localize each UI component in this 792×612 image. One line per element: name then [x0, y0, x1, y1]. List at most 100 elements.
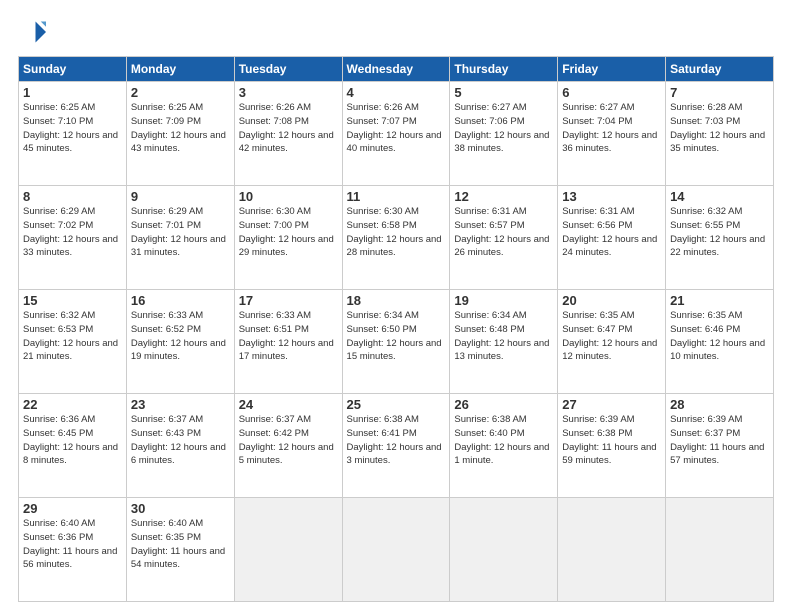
sunrise-label: Sunrise: 6:34 AM: [347, 310, 419, 321]
sunset-label: Sunset: 6:40 PM: [454, 428, 524, 439]
calendar-header-sunday: Sunday: [19, 57, 127, 82]
calendar-week-row: 15 Sunrise: 6:32 AM Sunset: 6:53 PM Dayl…: [19, 290, 774, 394]
daylight-label: Daylight: 12 hours and 10 minutes.: [670, 338, 765, 363]
calendar-week-row: 8 Sunrise: 6:29 AM Sunset: 7:02 PM Dayli…: [19, 186, 774, 290]
sunrise-label: Sunrise: 6:37 AM: [239, 414, 311, 425]
calendar-day-cell: 15 Sunrise: 6:32 AM Sunset: 6:53 PM Dayl…: [19, 290, 127, 394]
calendar-table: SundayMondayTuesdayWednesdayThursdayFrid…: [18, 56, 774, 602]
day-number: 21: [670, 293, 769, 308]
sunset-label: Sunset: 6:43 PM: [131, 428, 201, 439]
daylight-label: Daylight: 12 hours and 12 minutes.: [562, 338, 657, 363]
sunset-label: Sunset: 6:35 PM: [131, 532, 201, 543]
calendar-day-cell: 10 Sunrise: 6:30 AM Sunset: 7:00 PM Dayl…: [234, 186, 342, 290]
day-number: 27: [562, 397, 661, 412]
daylight-label: Daylight: 12 hours and 43 minutes.: [131, 130, 226, 155]
day-number: 2: [131, 85, 230, 100]
sunset-label: Sunset: 6:50 PM: [347, 324, 417, 335]
calendar-day-cell: [666, 498, 774, 602]
sunrise-label: Sunrise: 6:27 AM: [562, 102, 634, 113]
sunrise-label: Sunrise: 6:40 AM: [23, 518, 95, 529]
day-info: Sunrise: 6:28 AM Sunset: 7:03 PM Dayligh…: [670, 101, 769, 156]
day-info: Sunrise: 6:34 AM Sunset: 6:50 PM Dayligh…: [347, 309, 446, 364]
daylight-label: Daylight: 12 hours and 6 minutes.: [131, 442, 226, 467]
calendar-day-cell: 28 Sunrise: 6:39 AM Sunset: 6:37 PM Dayl…: [666, 394, 774, 498]
day-number: 7: [670, 85, 769, 100]
day-number: 30: [131, 501, 230, 516]
calendar-day-cell: 13 Sunrise: 6:31 AM Sunset: 6:56 PM Dayl…: [558, 186, 666, 290]
sunset-label: Sunset: 7:04 PM: [562, 116, 632, 127]
sunrise-label: Sunrise: 6:33 AM: [131, 310, 203, 321]
day-info: Sunrise: 6:36 AM Sunset: 6:45 PM Dayligh…: [23, 413, 122, 468]
sunrise-label: Sunrise: 6:38 AM: [347, 414, 419, 425]
day-number: 5: [454, 85, 553, 100]
calendar-day-cell: 20 Sunrise: 6:35 AM Sunset: 6:47 PM Dayl…: [558, 290, 666, 394]
calendar-day-cell: 3 Sunrise: 6:26 AM Sunset: 7:08 PM Dayli…: [234, 82, 342, 186]
day-number: 29: [23, 501, 122, 516]
day-number: 13: [562, 189, 661, 204]
daylight-label: Daylight: 12 hours and 28 minutes.: [347, 234, 442, 259]
sunrise-label: Sunrise: 6:31 AM: [562, 206, 634, 217]
calendar-day-cell: 24 Sunrise: 6:37 AM Sunset: 6:42 PM Dayl…: [234, 394, 342, 498]
sunrise-label: Sunrise: 6:38 AM: [454, 414, 526, 425]
sunrise-label: Sunrise: 6:34 AM: [454, 310, 526, 321]
calendar-day-cell: 19 Sunrise: 6:34 AM Sunset: 6:48 PM Dayl…: [450, 290, 558, 394]
daylight-label: Daylight: 12 hours and 42 minutes.: [239, 130, 334, 155]
day-info: Sunrise: 6:34 AM Sunset: 6:48 PM Dayligh…: [454, 309, 553, 364]
sunset-label: Sunset: 6:36 PM: [23, 532, 93, 543]
day-info: Sunrise: 6:31 AM Sunset: 6:57 PM Dayligh…: [454, 205, 553, 260]
calendar-header-wednesday: Wednesday: [342, 57, 450, 82]
daylight-label: Daylight: 12 hours and 45 minutes.: [23, 130, 118, 155]
sunset-label: Sunset: 7:10 PM: [23, 116, 93, 127]
sunset-label: Sunset: 6:37 PM: [670, 428, 740, 439]
sunrise-label: Sunrise: 6:37 AM: [131, 414, 203, 425]
day-info: Sunrise: 6:37 AM Sunset: 6:43 PM Dayligh…: [131, 413, 230, 468]
calendar-day-cell: 21 Sunrise: 6:35 AM Sunset: 6:46 PM Dayl…: [666, 290, 774, 394]
sunset-label: Sunset: 7:07 PM: [347, 116, 417, 127]
daylight-label: Daylight: 12 hours and 26 minutes.: [454, 234, 549, 259]
daylight-label: Daylight: 12 hours and 35 minutes.: [670, 130, 765, 155]
sunrise-label: Sunrise: 6:29 AM: [23, 206, 95, 217]
page: SundayMondayTuesdayWednesdayThursdayFrid…: [0, 0, 792, 612]
sunrise-label: Sunrise: 6:25 AM: [131, 102, 203, 113]
calendar-header-thursday: Thursday: [450, 57, 558, 82]
day-number: 1: [23, 85, 122, 100]
day-number: 28: [670, 397, 769, 412]
sunset-label: Sunset: 7:09 PM: [131, 116, 201, 127]
sunset-label: Sunset: 7:03 PM: [670, 116, 740, 127]
calendar-day-cell: 25 Sunrise: 6:38 AM Sunset: 6:41 PM Dayl…: [342, 394, 450, 498]
daylight-label: Daylight: 11 hours and 59 minutes.: [562, 442, 656, 467]
day-number: 9: [131, 189, 230, 204]
daylight-label: Daylight: 12 hours and 21 minutes.: [23, 338, 118, 363]
calendar-day-cell: 17 Sunrise: 6:33 AM Sunset: 6:51 PM Dayl…: [234, 290, 342, 394]
sunrise-label: Sunrise: 6:40 AM: [131, 518, 203, 529]
daylight-label: Daylight: 12 hours and 36 minutes.: [562, 130, 657, 155]
day-info: Sunrise: 6:29 AM Sunset: 7:01 PM Dayligh…: [131, 205, 230, 260]
day-info: Sunrise: 6:33 AM Sunset: 6:52 PM Dayligh…: [131, 309, 230, 364]
sunrise-label: Sunrise: 6:32 AM: [670, 206, 742, 217]
day-info: Sunrise: 6:38 AM Sunset: 6:41 PM Dayligh…: [347, 413, 446, 468]
logo-icon: [18, 18, 46, 46]
calendar-week-row: 1 Sunrise: 6:25 AM Sunset: 7:10 PM Dayli…: [19, 82, 774, 186]
sunrise-label: Sunrise: 6:26 AM: [347, 102, 419, 113]
calendar-day-cell: 11 Sunrise: 6:30 AM Sunset: 6:58 PM Dayl…: [342, 186, 450, 290]
day-info: Sunrise: 6:32 AM Sunset: 6:53 PM Dayligh…: [23, 309, 122, 364]
daylight-label: Daylight: 12 hours and 1 minute.: [454, 442, 549, 467]
sunset-label: Sunset: 6:52 PM: [131, 324, 201, 335]
day-info: Sunrise: 6:30 AM Sunset: 7:00 PM Dayligh…: [239, 205, 338, 260]
sunrise-label: Sunrise: 6:27 AM: [454, 102, 526, 113]
daylight-label: Daylight: 12 hours and 24 minutes.: [562, 234, 657, 259]
daylight-label: Daylight: 11 hours and 57 minutes.: [670, 442, 764, 467]
day-number: 19: [454, 293, 553, 308]
sunrise-label: Sunrise: 6:28 AM: [670, 102, 742, 113]
day-number: 26: [454, 397, 553, 412]
daylight-label: Daylight: 12 hours and 13 minutes.: [454, 338, 549, 363]
day-info: Sunrise: 6:25 AM Sunset: 7:09 PM Dayligh…: [131, 101, 230, 156]
day-info: Sunrise: 6:26 AM Sunset: 7:08 PM Dayligh…: [239, 101, 338, 156]
day-number: 8: [23, 189, 122, 204]
logo: [18, 18, 48, 46]
day-number: 6: [562, 85, 661, 100]
day-info: Sunrise: 6:35 AM Sunset: 6:47 PM Dayligh…: [562, 309, 661, 364]
sunset-label: Sunset: 6:58 PM: [347, 220, 417, 231]
daylight-label: Daylight: 12 hours and 5 minutes.: [239, 442, 334, 467]
calendar-header-monday: Monday: [126, 57, 234, 82]
